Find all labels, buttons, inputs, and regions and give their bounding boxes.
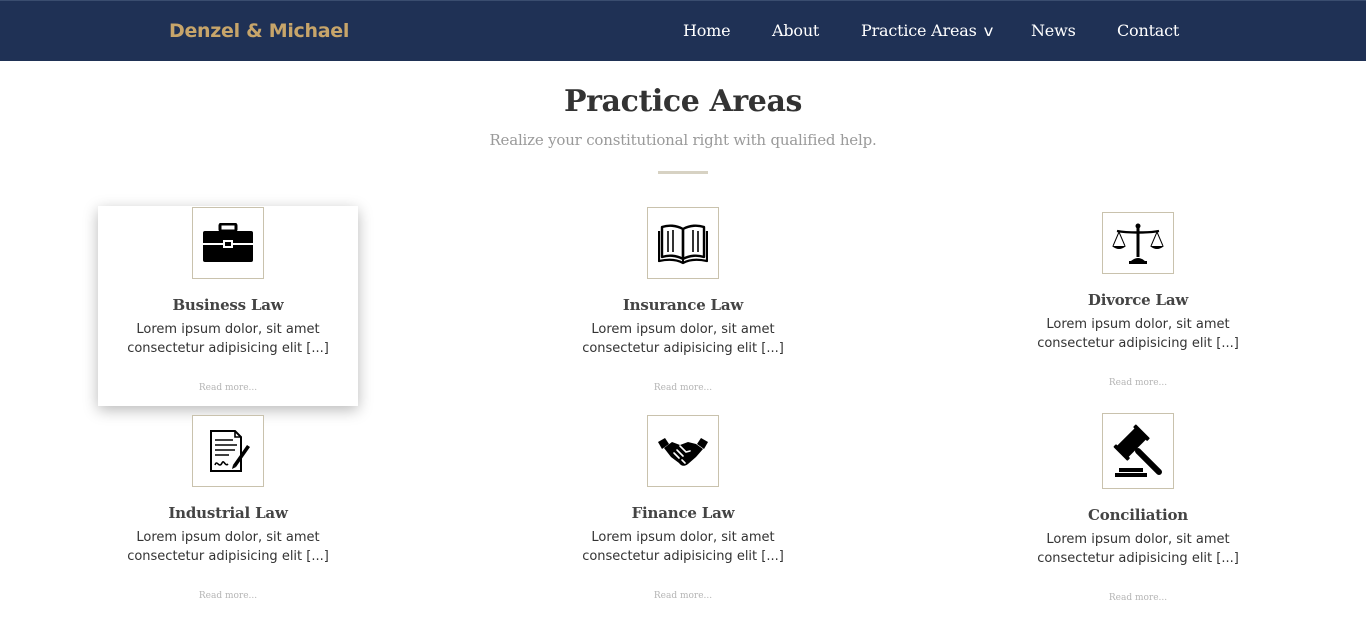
read-more-link[interactable]: Read more...	[553, 591, 813, 601]
handshake-icon	[647, 415, 719, 487]
briefcase-icon	[192, 207, 264, 279]
read-more-link[interactable]: Read more...	[1008, 593, 1268, 603]
scales-icon	[1102, 212, 1174, 274]
card-description: Lorem ipsum dolor, sit amet consectetur …	[1037, 532, 1239, 566]
practice-card-finance-law[interactable]: Finance Law Lorem ipsum dolor, sit amet …	[553, 414, 813, 614]
page-title: Practice Areas	[563, 84, 803, 119]
practice-card-conciliation[interactable]: Conciliation Lorem ipsum dolor, sit amet…	[1008, 412, 1268, 612]
card-description: Lorem ipsum dolor, sit amet consectetur …	[1037, 317, 1239, 351]
card-description: Lorem ipsum dolor, sit amet consectetur …	[582, 322, 784, 356]
practice-card-industrial-law[interactable]: Industrial Law Lorem ipsum dolor, sit am…	[98, 414, 358, 614]
card-title: Business Law	[172, 296, 284, 314]
practice-card-insurance-law[interactable]: Insurance Law Lorem ipsum dolor, sit ame…	[553, 206, 813, 406]
practice-card-business-law[interactable]: Business Law Lorem ipsum dolor, sit amet…	[98, 206, 358, 406]
page-subtitle: Realize your constitutional right with q…	[489, 131, 877, 149]
read-more-link[interactable]: Read more...	[98, 383, 358, 393]
card-description: Lorem ipsum dolor, sit amet consectetur …	[127, 530, 329, 564]
gavel-icon	[1102, 413, 1174, 489]
title-divider	[658, 171, 708, 174]
card-title: Insurance Law	[622, 296, 744, 314]
chevron-down-icon: v	[983, 22, 993, 40]
read-more-link[interactable]: Read more...	[98, 591, 358, 601]
nav-about[interactable]: About	[772, 21, 819, 40]
nav-practice-areas[interactable]: Practice Areas v	[861, 21, 993, 40]
card-title: Conciliation	[1088, 506, 1188, 524]
nav-home[interactable]: Home	[683, 21, 731, 40]
top-navbar: Denzel & Michael Home About Practice Are…	[0, 0, 1366, 61]
nav-contact[interactable]: Contact	[1117, 21, 1179, 40]
card-title: Industrial Law	[168, 504, 288, 522]
card-description: Lorem ipsum dolor, sit amet consectetur …	[582, 530, 784, 564]
nav-practice-areas-label: Practice Areas	[861, 21, 977, 40]
card-title: Divorce Law	[1087, 291, 1189, 309]
card-description: Lorem ipsum dolor, sit amet consectetur …	[127, 322, 329, 356]
card-title: Finance Law	[631, 504, 735, 522]
brand-logo[interactable]: Denzel & Michael	[169, 20, 349, 42]
read-more-link[interactable]: Read more...	[1008, 378, 1268, 388]
book-icon	[647, 207, 719, 279]
document-pen-icon	[192, 415, 264, 487]
read-more-link[interactable]: Read more...	[553, 383, 813, 393]
nav-news[interactable]: News	[1031, 21, 1076, 40]
practice-card-divorce-law[interactable]: Divorce Law Lorem ipsum dolor, sit amet …	[1008, 206, 1268, 406]
